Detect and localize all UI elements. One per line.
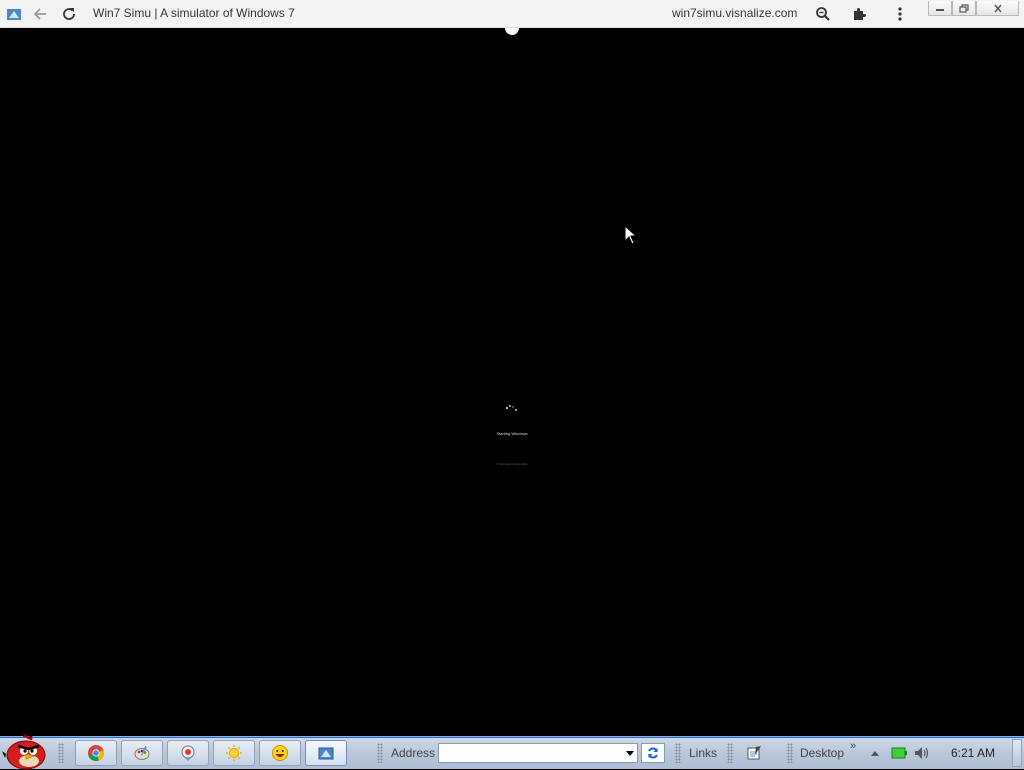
media-icon [181,745,195,761]
desktop-chevron[interactable]: » [850,740,856,752]
toolbar-grip[interactable] [727,743,733,763]
taskbar-paint-button[interactable] [121,740,163,766]
url-text[interactable]: win7simu.visnalize.com [672,6,797,20]
address-label: Address [391,746,436,760]
refresh-arrows-icon [648,747,658,759]
taskbar: Address Links Desktop » 6:21 AM [0,734,1024,770]
taskbar-media-button[interactable] [167,740,209,766]
chrome-icon [88,745,105,762]
angry-bird-icon[interactable] [2,734,48,770]
restore-button[interactable] [952,1,976,16]
minimize-button[interactable] [928,1,952,16]
taskbar-chrome-button[interactable] [75,740,117,766]
menu-kebab-icon[interactable] [890,4,910,24]
app-icon [4,4,24,24]
back-arrow-icon[interactable] [30,4,50,24]
taskbar-emoji-button[interactable] [259,740,301,766]
sun-icon [226,745,242,761]
taskbar-weather-button[interactable] [213,740,255,766]
smiley-icon [272,745,288,761]
loading-spinner-icon [506,405,517,411]
clock[interactable]: 6:21 AM [951,746,995,760]
links-label[interactable]: Links [689,746,717,760]
go-button[interactable] [641,743,665,763]
close-button[interactable] [976,1,1019,16]
toolbar-grip[interactable] [58,743,64,763]
reload-icon[interactable] [59,4,79,24]
boot-screen: Starting Windows © Microsoft Corporation [0,28,1024,736]
desktop-label[interactable]: Desktop [800,746,844,760]
toolbar-grip[interactable] [675,743,681,763]
mouse-cursor-icon [624,225,638,245]
chevron-down-icon[interactable] [624,746,636,760]
taskbar-win7simu-button[interactable] [305,740,347,766]
show-desktop-button[interactable] [1012,739,1022,767]
page-title: Win7 Simu | A simulator of Windows 7 [93,6,295,20]
win7simu-icon [318,747,334,760]
boot-copyright-text: © Microsoft Corporation [496,462,528,466]
boot-status-text: Starting Windows [496,431,528,436]
battery-icon[interactable] [891,745,907,761]
volume-icon[interactable] [914,745,930,761]
zoom-icon[interactable] [813,4,833,24]
paint-icon [134,746,150,760]
extensions-icon[interactable] [849,4,869,24]
address-input[interactable] [438,743,638,763]
notepad-icon[interactable] [746,745,762,761]
toolbar-grip[interactable] [377,743,383,763]
show-hidden-icons-icon[interactable] [867,745,883,761]
toolbar-grip[interactable] [787,743,793,763]
browser-toolbar: Win7 Simu | A simulator of Windows 7 win… [0,0,1024,28]
